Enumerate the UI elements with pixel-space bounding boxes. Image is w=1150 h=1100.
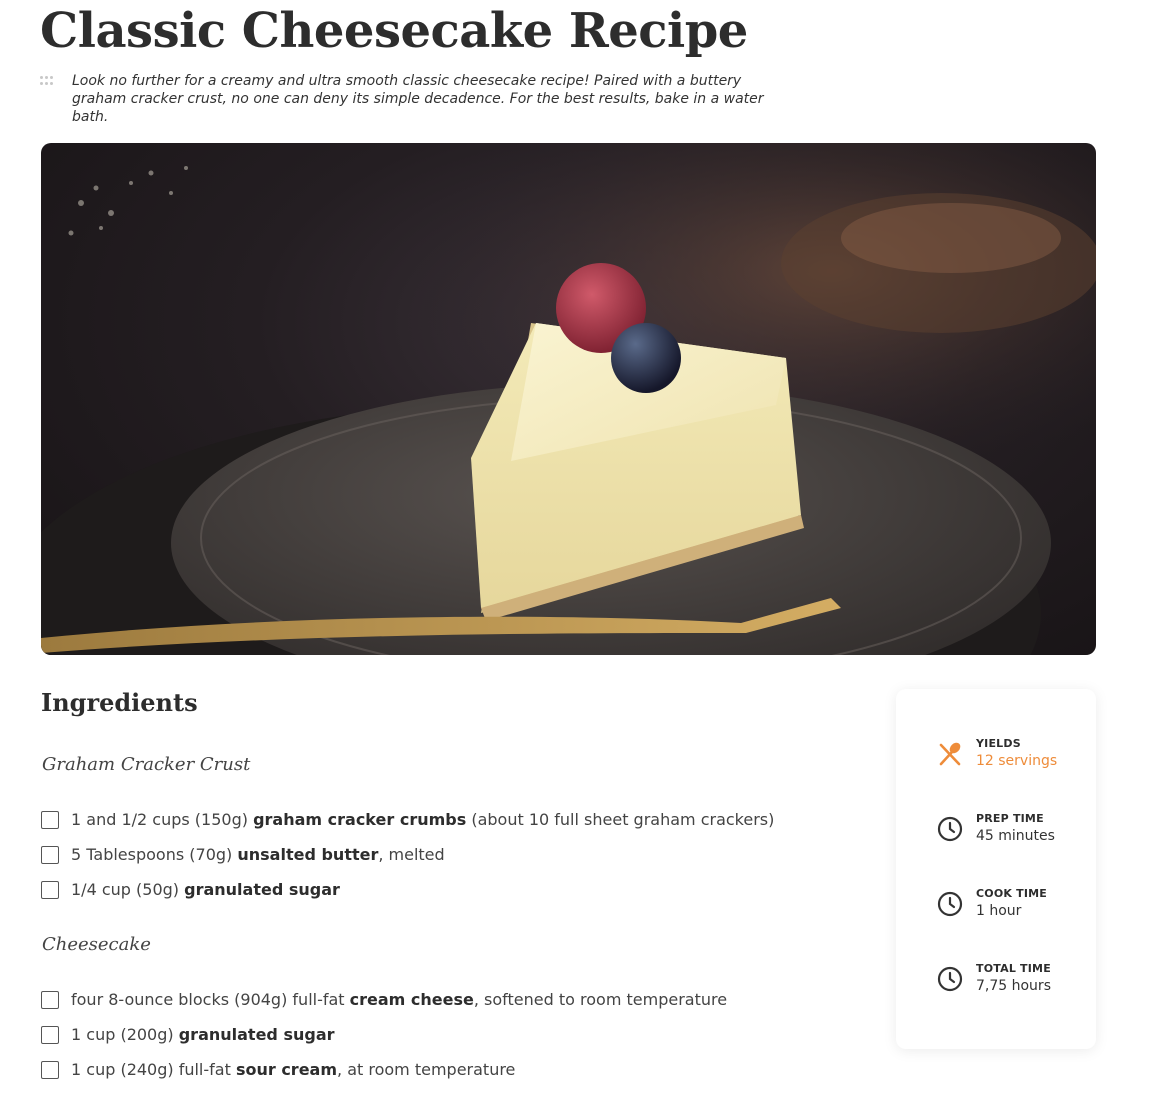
ingredient-text: four 8-ounce blocks (904g) full-fat crea… [71,990,728,1009]
stat-value: 1 hour [976,903,1022,919]
stat-value[interactable]: 12 servings [976,751,1057,771]
ingredient-checkbox[interactable] [41,880,59,899]
ingredient-item: 1/4 cup (50g) granulated sugar [41,872,774,907]
stat-prep-time: PREP TIME 45 minutes [936,812,1055,846]
recipe-hero-image [41,143,1096,655]
ingredient-text: 1 cup (240g) full-fat sour cream, at roo… [71,1060,516,1079]
ingredient-item: 5 Tablespoons (70g) unsalted butter, mel… [41,837,774,872]
ingredient-item: 1 and 1/2 cups (150g) graham cracker cru… [41,802,774,837]
ingredient-checkbox[interactable] [41,845,59,864]
ingredient-list: four 8-ounce blocks (904g) full-fat crea… [41,982,727,1087]
utensils-icon [939,742,961,766]
stat-label: COOK TIME [976,887,1047,900]
clock-icon [937,966,963,992]
stat-label: YIELDS [976,737,1021,750]
ingredient-item: 1 cup (240g) full-fat sour cream, at roo… [41,1052,727,1087]
ingredient-text: 1 cup (200g) granulated sugar [71,1025,335,1044]
ingredient-checkbox[interactable] [41,990,59,1009]
recipe-details-card: YIELDS 12 servings PREP TIME 45 minutes … [896,689,1096,1049]
ingredient-text: 1 and 1/2 cups (150g) graham cracker cru… [71,810,775,829]
drag-handle-icon[interactable] [40,76,54,85]
clock-icon [937,816,963,842]
stat-value: 45 minutes [976,828,1055,844]
recipe-intro: Look no further for a creamy and ultra s… [72,73,764,125]
ingredient-item: 1 cup (200g) granulated sugar [41,1017,727,1052]
stat-value: 7,75 hours [976,978,1051,994]
ingredient-text: 5 Tablespoons (70g) unsalted butter, mel… [71,845,445,864]
stat-yields: YIELDS 12 servings [936,737,1057,771]
ingredient-list: 1 and 1/2 cups (150g) graham cracker cru… [41,802,774,907]
ingredient-group-title: Graham Cracker Crust [42,754,251,775]
ingredients-heading: Ingredients [41,688,198,717]
stat-cook-time: COOK TIME 1 hour [936,887,1047,921]
stat-label: TOTAL TIME [976,962,1051,975]
ingredient-text: 1/4 cup (50g) granulated sugar [71,880,340,899]
page-title: Classic Cheesecake Recipe [40,3,748,59]
stat-total-time: TOTAL TIME 7,75 hours [936,962,1051,996]
ingredient-checkbox[interactable] [41,810,59,829]
ingredient-item: four 8-ounce blocks (904g) full-fat crea… [41,982,727,1017]
ingredient-checkbox[interactable] [41,1025,59,1044]
stat-label: PREP TIME [976,812,1044,825]
clock-icon [937,891,963,917]
ingredient-checkbox[interactable] [41,1060,59,1079]
ingredient-group-title: Cheesecake [42,934,151,955]
